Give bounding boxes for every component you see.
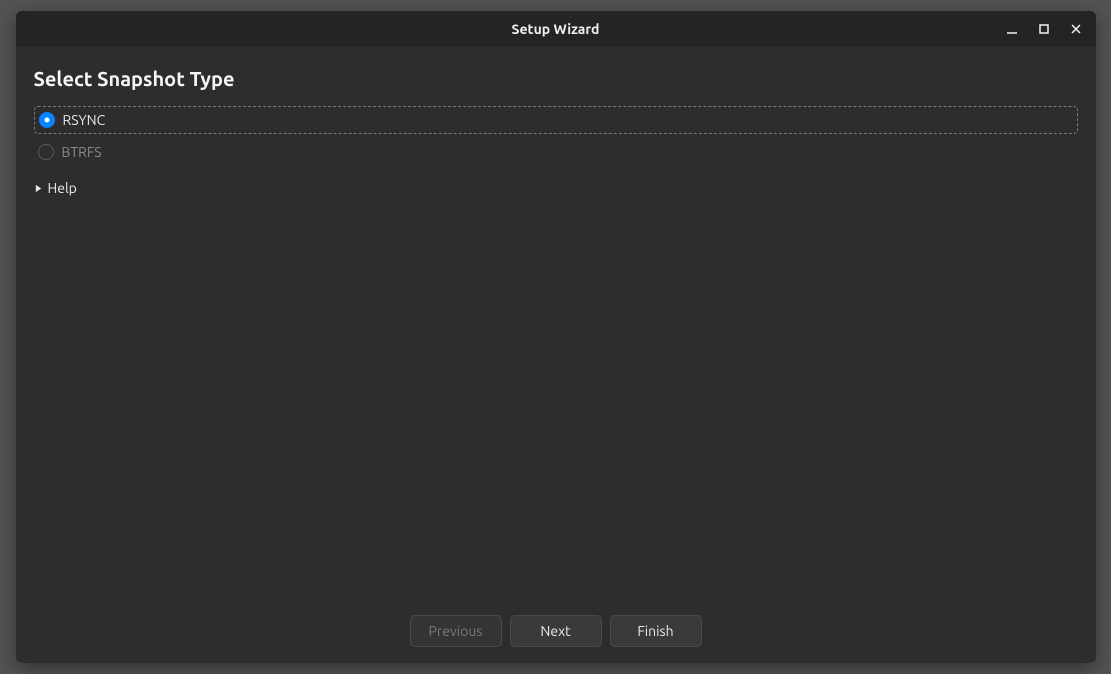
spacer xyxy=(34,196,1078,597)
maximize-icon xyxy=(1037,22,1051,36)
content-area: Select Snapshot Type RSYNC BTRFS Help xyxy=(16,47,1096,603)
help-label: Help xyxy=(48,180,77,196)
radio-icon xyxy=(39,112,55,128)
window-title: Setup Wizard xyxy=(16,21,1096,37)
next-button[interactable]: Next xyxy=(510,615,602,647)
close-icon xyxy=(1069,22,1083,36)
minimize-button[interactable] xyxy=(996,14,1028,44)
wizard-window: Setup Wizard Select Snapshot Type RSYNC … xyxy=(16,11,1096,663)
previous-button: Previous xyxy=(410,615,502,647)
page-title: Select Snapshot Type xyxy=(34,67,1078,90)
minimize-icon xyxy=(1005,22,1019,36)
chevron-right-icon xyxy=(34,184,43,193)
option-btrfs-label: BTRFS xyxy=(62,144,102,160)
window-controls xyxy=(996,11,1092,47)
footer: Previous Next Finish xyxy=(16,603,1096,663)
radio-icon xyxy=(38,144,54,160)
option-rsync-label: RSYNC xyxy=(63,112,106,128)
maximize-button[interactable] xyxy=(1028,14,1060,44)
option-rsync[interactable]: RSYNC xyxy=(34,106,1078,134)
help-expander[interactable]: Help xyxy=(34,180,1078,196)
titlebar: Setup Wizard xyxy=(16,11,1096,47)
close-button[interactable] xyxy=(1060,14,1092,44)
finish-button[interactable]: Finish xyxy=(610,615,702,647)
option-btrfs: BTRFS xyxy=(34,138,1078,166)
